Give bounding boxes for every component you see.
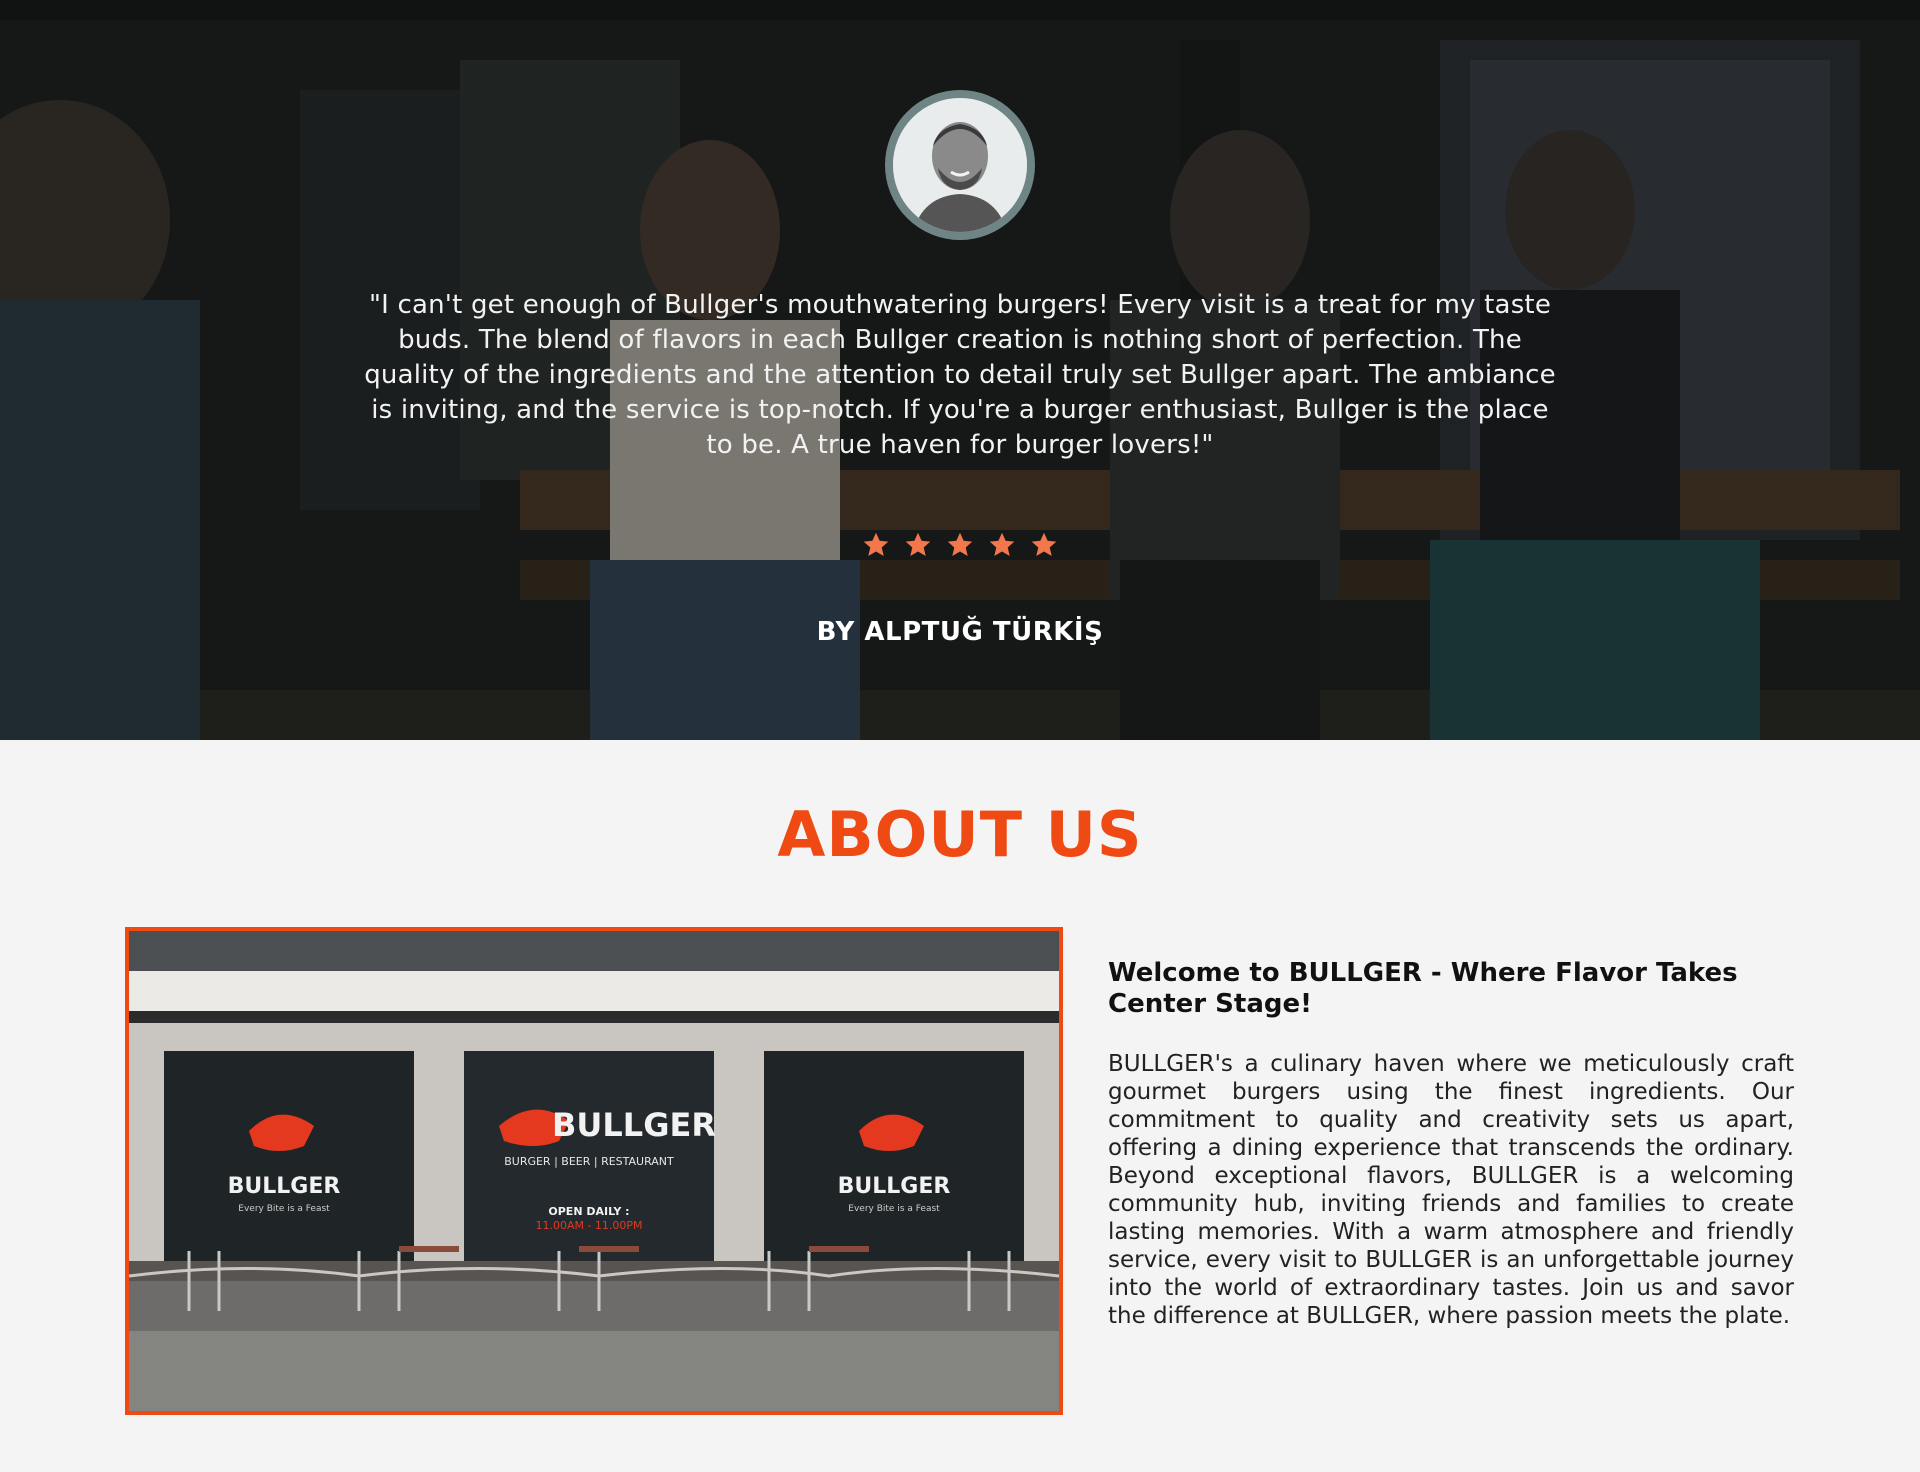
storefront-photo: BULLGER Every Bite is a Feast BULLGER BU… [125, 927, 1063, 1415]
reviewer-avatar [885, 90, 1035, 240]
about-body: BULLGER's a culinary haven where we meti… [1108, 1051, 1794, 1329]
sign-left-text: BULLGER [228, 1174, 341, 1199]
star-icon [947, 532, 973, 556]
sign-right-tagline: Every Bite is a Feast [848, 1204, 940, 1214]
about-heading: Welcome to BULLGER - Where Flavor Takes … [1108, 958, 1738, 1019]
star-icon [1031, 532, 1057, 556]
star-icon [905, 532, 931, 556]
sign-center-open: OPEN DAILY : [548, 1205, 629, 1218]
star-icon [863, 532, 889, 556]
testimonial-quote: "I can't get enough of Bullger's mouthwa… [364, 290, 1556, 460]
rating-stars [862, 531, 1058, 559]
sign-left-tagline: Every Bite is a Feast [238, 1204, 330, 1214]
sign-right-text: BULLGER [838, 1174, 951, 1199]
star-icon [989, 532, 1015, 556]
testimonial-section: "I can't get enough of Bullger's mouthwa… [0, 0, 1920, 740]
sign-center-sub: BURGER | BEER | RESTAURANT [504, 1155, 674, 1168]
about-section: ABOUT US BULLGER Every Bite is a Feast B… [0, 740, 1920, 1472]
sign-center-hours: 11.00AM - 11.00PM [535, 1219, 642, 1232]
about-title: ABOUT US [777, 798, 1143, 871]
sign-center-text: BULLGER [552, 1106, 716, 1144]
testimonial-author: BY ALPTUĞ TÜRKİŞ [816, 617, 1104, 647]
